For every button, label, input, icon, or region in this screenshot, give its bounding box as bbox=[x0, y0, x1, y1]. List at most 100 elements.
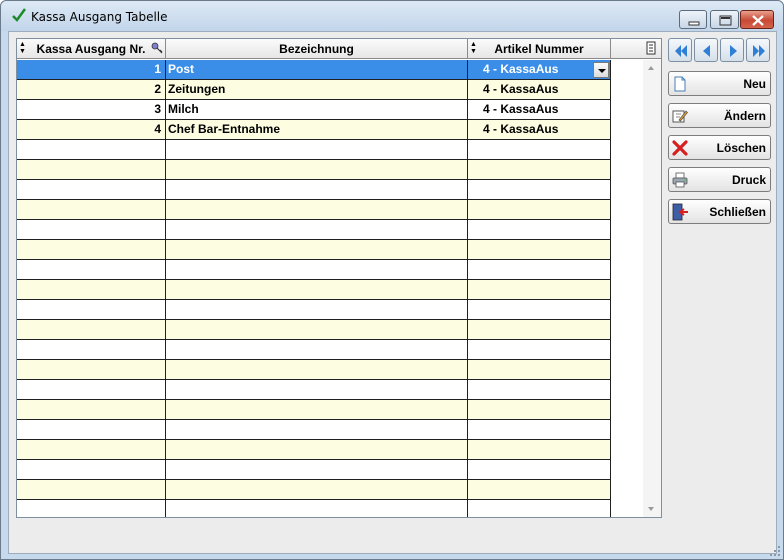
table-row[interactable]: 2 Zeitungen 4 - KassaAus bbox=[17, 80, 611, 100]
empty-row[interactable] bbox=[17, 220, 611, 240]
empty-cell[interactable] bbox=[166, 200, 468, 219]
cell-nr[interactable]: 3 bbox=[17, 100, 166, 119]
empty-cell[interactable] bbox=[17, 500, 166, 517]
empty-cell[interactable] bbox=[166, 380, 468, 399]
empty-cell[interactable] bbox=[468, 460, 611, 479]
empty-cell[interactable] bbox=[17, 160, 166, 179]
empty-cell[interactable] bbox=[468, 140, 611, 159]
empty-row[interactable] bbox=[17, 320, 611, 340]
empty-cell[interactable] bbox=[468, 420, 611, 439]
data-grid[interactable]: ▲ ▼ Kassa Ausgang Nr. Bezeichnung ▲ ▼ Arti… bbox=[16, 38, 662, 518]
first-record-button[interactable] bbox=[668, 38, 692, 62]
title-bar[interactable]: Kassa Ausgang Tabelle bbox=[1, 1, 783, 31]
empty-cell[interactable] bbox=[468, 320, 611, 339]
empty-cell[interactable] bbox=[166, 260, 468, 279]
empty-cell[interactable] bbox=[468, 360, 611, 379]
cell-bezeichnung[interactable]: Milch bbox=[166, 100, 468, 119]
empty-row[interactable] bbox=[17, 500, 611, 517]
empty-cell[interactable] bbox=[17, 380, 166, 399]
empty-cell[interactable] bbox=[17, 180, 166, 199]
empty-row[interactable] bbox=[17, 400, 611, 420]
cell-artikel[interactable]: 4 - KassaAus bbox=[468, 120, 611, 139]
empty-cell[interactable] bbox=[468, 440, 611, 459]
empty-cell[interactable] bbox=[468, 300, 611, 319]
empty-cell[interactable] bbox=[166, 160, 468, 179]
empty-cell[interactable] bbox=[166, 440, 468, 459]
column-header-nr[interactable]: ▲ ▼ Kassa Ausgang Nr. bbox=[17, 39, 166, 59]
empty-cell[interactable] bbox=[468, 180, 611, 199]
empty-cell[interactable] bbox=[166, 460, 468, 479]
empty-cell[interactable] bbox=[17, 400, 166, 419]
cell-bezeichnung[interactable]: Post bbox=[166, 60, 468, 79]
empty-cell[interactable] bbox=[166, 320, 468, 339]
delete-button[interactable]: Löschen bbox=[668, 135, 771, 160]
edit-button[interactable]: Ändern bbox=[668, 103, 771, 128]
cell-bezeichnung[interactable]: Zeitungen bbox=[166, 80, 468, 99]
empty-row[interactable] bbox=[17, 140, 611, 160]
empty-row[interactable] bbox=[17, 480, 611, 500]
close-button[interactable] bbox=[740, 10, 774, 29]
empty-cell[interactable] bbox=[17, 140, 166, 159]
empty-cell[interactable] bbox=[468, 500, 611, 517]
close-window-button[interactable]: Schließen bbox=[668, 199, 771, 224]
empty-cell[interactable] bbox=[468, 400, 611, 419]
table-row[interactable]: 3 Milch 4 - KassaAus bbox=[17, 100, 611, 120]
empty-cell[interactable] bbox=[166, 400, 468, 419]
sort-icon[interactable]: ▲ ▼ bbox=[19, 41, 26, 55]
empty-cell[interactable] bbox=[17, 320, 166, 339]
cell-artikel[interactable]: 4 - KassaAus bbox=[468, 100, 611, 119]
empty-cell[interactable] bbox=[17, 240, 166, 259]
empty-cell[interactable] bbox=[17, 260, 166, 279]
minimize-button[interactable] bbox=[679, 10, 707, 29]
column-header-artikel[interactable]: ▲ ▼ Artikel Nummer bbox=[468, 39, 611, 59]
maximize-button[interactable] bbox=[710, 10, 739, 29]
empty-cell[interactable] bbox=[166, 240, 468, 259]
last-record-button[interactable] bbox=[746, 38, 770, 62]
empty-row[interactable] bbox=[17, 460, 611, 480]
empty-cell[interactable] bbox=[166, 220, 468, 239]
empty-cell[interactable] bbox=[17, 480, 166, 499]
cell-nr[interactable]: 2 bbox=[17, 80, 166, 99]
empty-cell[interactable] bbox=[468, 340, 611, 359]
empty-cell[interactable] bbox=[166, 140, 468, 159]
empty-cell[interactable] bbox=[17, 300, 166, 319]
table-row[interactable]: 4 Chef Bar-Entnahme 4 - KassaAus bbox=[17, 120, 611, 140]
empty-cell[interactable] bbox=[17, 360, 166, 379]
empty-row[interactable] bbox=[17, 420, 611, 440]
empty-cell[interactable] bbox=[468, 160, 611, 179]
empty-row[interactable] bbox=[17, 160, 611, 180]
empty-cell[interactable] bbox=[166, 180, 468, 199]
empty-cell[interactable] bbox=[166, 340, 468, 359]
empty-cell[interactable] bbox=[17, 220, 166, 239]
previous-record-button[interactable] bbox=[694, 38, 718, 62]
empty-cell[interactable] bbox=[17, 440, 166, 459]
new-button[interactable]: Neu bbox=[668, 71, 771, 96]
empty-row[interactable] bbox=[17, 340, 611, 360]
cell-artikel[interactable]: 4 - KassaAus bbox=[468, 80, 611, 99]
empty-cell[interactable] bbox=[468, 200, 611, 219]
empty-cell[interactable] bbox=[166, 360, 468, 379]
cell-nr[interactable]: 4 bbox=[17, 120, 166, 139]
empty-cell[interactable] bbox=[17, 460, 166, 479]
scroll-down-icon[interactable] bbox=[648, 507, 654, 511]
empty-cell[interactable] bbox=[468, 280, 611, 299]
dropdown-button[interactable] bbox=[593, 62, 609, 78]
vertical-scrollbar[interactable] bbox=[643, 60, 661, 517]
next-record-button[interactable] bbox=[720, 38, 744, 62]
empty-cell[interactable] bbox=[468, 380, 611, 399]
empty-row[interactable] bbox=[17, 240, 611, 260]
empty-cell[interactable] bbox=[166, 500, 468, 517]
empty-cell[interactable] bbox=[166, 480, 468, 499]
empty-cell[interactable] bbox=[166, 420, 468, 439]
empty-row[interactable] bbox=[17, 380, 611, 400]
column-header-bezeichnung[interactable]: Bezeichnung bbox=[166, 39, 468, 59]
empty-row[interactable] bbox=[17, 260, 611, 280]
cell-artikel[interactable]: 4 - KassaAus bbox=[468, 60, 611, 79]
resize-grip-icon[interactable] bbox=[769, 545, 781, 557]
empty-cell[interactable] bbox=[17, 420, 166, 439]
empty-cell[interactable] bbox=[468, 220, 611, 239]
cell-bezeichnung[interactable]: Chef Bar-Entnahme bbox=[166, 120, 468, 139]
empty-cell[interactable] bbox=[17, 280, 166, 299]
empty-cell[interactable] bbox=[468, 480, 611, 499]
empty-row[interactable] bbox=[17, 440, 611, 460]
